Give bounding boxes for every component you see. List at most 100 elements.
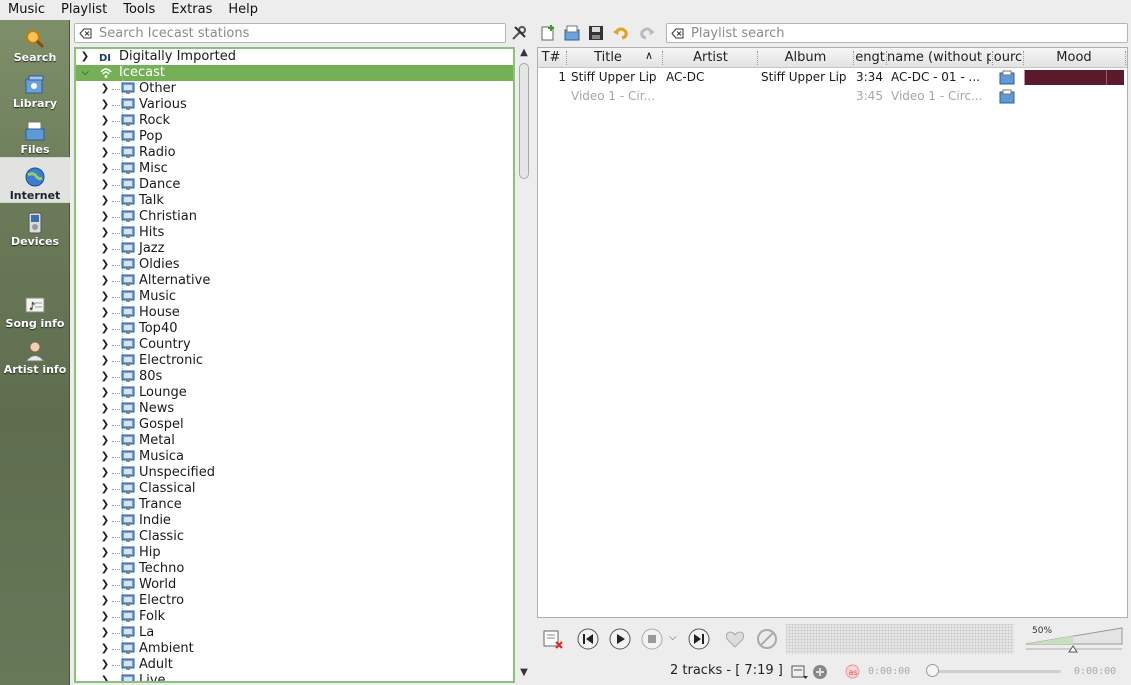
menu-music[interactable]: Music <box>0 0 53 20</box>
chevron-right-icon[interactable]: ❯ <box>100 385 110 401</box>
stop-menu-chevron-down-icon[interactable]: ⌵ <box>669 632 677 643</box>
chevron-right-icon[interactable]: ❯ <box>100 449 110 465</box>
playlist-row[interactable]: 1 Stiff Upper Lip AC-DC Stiff Upper Lip … <box>538 68 1127 87</box>
tree-item-genre[interactable]: ❯ 80s <box>76 369 513 385</box>
scroll-thumb[interactable] <box>519 63 529 179</box>
tree-item-digitally-imported[interactable]: ❯ DI Digitally Imported <box>76 49 513 65</box>
menu-tools[interactable]: Tools <box>115 0 163 20</box>
chevron-right-icon[interactable]: ❯ <box>100 433 110 449</box>
column-header-source[interactable]: ourc <box>993 48 1023 68</box>
tree-scrollbar[interactable]: ▲ ▼ <box>517 47 531 683</box>
sidebar-item-artist-info[interactable]: Artist info <box>0 340 70 380</box>
chevron-right-icon[interactable]: ❯ <box>100 177 110 193</box>
chevron-right-icon[interactable]: ❯ <box>100 113 110 129</box>
sidebar-item-song-info[interactable]: ♪ Song info <box>0 294 70 334</box>
chevron-right-icon[interactable]: ❯ <box>100 193 110 209</box>
tree-item-genre[interactable]: ❯ Ambient <box>76 641 513 657</box>
icecast-search-input[interactable] <box>97 25 497 41</box>
tree-item-genre[interactable]: ❯ Gospel <box>76 417 513 433</box>
tree-item-genre[interactable]: ❯ Country <box>76 337 513 353</box>
tree-item-genre[interactable]: ❯ Musica <box>76 449 513 465</box>
chevron-right-icon[interactable]: ❯ <box>100 81 110 97</box>
chevron-right-icon[interactable]: ❯ <box>100 641 110 657</box>
tree-item-genre[interactable]: ❯ Classical <box>76 481 513 497</box>
tree-item-genre[interactable]: ❯ Misc <box>76 161 513 177</box>
playlist-table[interactable]: T# Title ∧ Artist Album engt name (witho… <box>537 47 1128 618</box>
sidebar-item-devices[interactable]: Devices <box>0 212 70 252</box>
tree-item-genre[interactable]: ❯ Metal <box>76 433 513 449</box>
chevron-right-icon[interactable]: ❯ <box>100 625 110 641</box>
chevron-right-icon[interactable]: ❯ <box>100 273 110 289</box>
tree-item-genre[interactable]: ❯ Christian <box>76 209 513 225</box>
column-header-artist[interactable]: Artist <box>663 48 758 68</box>
tree-item-genre[interactable]: ❯ Folk <box>76 609 513 625</box>
chevron-right-icon[interactable]: ❯ <box>100 161 110 177</box>
sidebar-item-search[interactable]: Search <box>0 28 70 68</box>
tree-item-genre[interactable]: ❯ Rock <box>76 113 513 129</box>
previous-track-icon[interactable] <box>577 628 599 650</box>
tree-item-genre[interactable]: ❯ House <box>76 305 513 321</box>
tree-item-genre[interactable]: ❯ Other <box>76 81 513 97</box>
tree-item-genre[interactable]: ❯ Lounge <box>76 385 513 401</box>
tree-item-genre[interactable]: ❯ Oldies <box>76 257 513 273</box>
chevron-right-icon[interactable]: ❯ <box>100 353 110 369</box>
tree-item-genre[interactable]: ❯ Radio <box>76 145 513 161</box>
tree-item-genre[interactable]: ❯ La <box>76 625 513 641</box>
tree-item-genre[interactable]: ❯ World <box>76 577 513 593</box>
tree-item-genre[interactable]: ❯ Pop <box>76 129 513 145</box>
chevron-right-icon[interactable]: ❯ <box>100 513 110 529</box>
seek-track[interactable] <box>931 670 1061 673</box>
tree-item-genre[interactable]: ❯ Classic <box>76 529 513 545</box>
tree-item-icecast[interactable]: ⌵ Icecast <box>76 65 513 81</box>
chevron-right-icon[interactable]: ❯ <box>100 321 110 337</box>
chevron-right-icon[interactable]: ❯ <box>80 49 90 65</box>
shuffle-repeat-icon[interactable] <box>812 664 828 680</box>
chevron-right-icon[interactable]: ❯ <box>100 225 110 241</box>
sidebar-item-library[interactable]: Library <box>0 74 70 114</box>
chevron-right-icon[interactable]: ❯ <box>100 417 110 433</box>
volume-slider[interactable]: 50% <box>1024 626 1124 654</box>
tree-item-genre[interactable]: ❯ Unspecified <box>76 465 513 481</box>
column-header-album[interactable]: Album <box>758 48 853 68</box>
tree-item-genre[interactable]: ❯ Music <box>76 289 513 305</box>
save-playlist-icon[interactable] <box>587 24 605 42</box>
love-icon[interactable] <box>724 628 746 650</box>
chevron-right-icon[interactable]: ❯ <box>100 257 110 273</box>
tree-item-genre[interactable]: ❯ Live <box>76 673 513 681</box>
column-separator[interactable] <box>1125 51 1126 65</box>
playlist-row[interactable]: Video 1 - Cir... 3:45 Video 1 - Circ... <box>538 87 1127 106</box>
tree-item-genre[interactable]: ❯ Alternative <box>76 273 513 289</box>
column-separator[interactable] <box>566 51 567 65</box>
playlist-search-input[interactable] <box>689 25 1119 41</box>
new-playlist-icon[interactable] <box>539 24 557 42</box>
scroll-up-icon[interactable]: ▲ <box>517 47 531 61</box>
redo-icon[interactable] <box>638 24 656 42</box>
station-tree[interactable]: ❯ DI Digitally Imported ⌵ Icecast ❯ Other… <box>74 47 515 683</box>
sidebar-item-internet[interactable]: Internet <box>0 157 70 203</box>
menu-extras[interactable]: Extras <box>163 0 220 20</box>
chevron-right-icon[interactable]: ❯ <box>100 673 110 681</box>
ban-icon[interactable] <box>756 628 778 650</box>
clear-search-icon[interactable] <box>79 27 92 40</box>
playlist-mode-icon[interactable] <box>791 664 809 680</box>
chevron-right-icon[interactable]: ❯ <box>100 657 110 673</box>
next-track-icon[interactable] <box>688 628 710 650</box>
tree-item-genre[interactable]: ❯ Dance <box>76 177 513 193</box>
lastfm-scrobble-icon[interactable]: as <box>845 664 860 679</box>
menu-playlist[interactable]: Playlist <box>53 0 115 20</box>
chevron-right-icon[interactable]: ❯ <box>100 209 110 225</box>
tree-item-genre[interactable]: ❯ News <box>76 401 513 417</box>
tree-item-genre[interactable]: ❯ Hip <box>76 545 513 561</box>
chevron-right-icon[interactable]: ❯ <box>100 593 110 609</box>
scroll-down-icon[interactable]: ▼ <box>517 667 531 681</box>
spectrum-analyzer[interactable] <box>786 624 1014 654</box>
column-header-filename[interactable]: name (without p <box>887 48 991 68</box>
chevron-right-icon[interactable]: ❯ <box>100 241 110 257</box>
clear-search-icon[interactable] <box>671 27 684 40</box>
tree-item-genre[interactable]: ❯ Indie <box>76 513 513 529</box>
clear-playlist-icon[interactable] <box>542 628 564 650</box>
menu-help[interactable]: Help <box>220 0 266 20</box>
tree-item-genre[interactable]: ❯ Top40 <box>76 321 513 337</box>
tree-item-genre[interactable]: ❯ Hits <box>76 225 513 241</box>
chevron-right-icon[interactable]: ❯ <box>100 305 110 321</box>
